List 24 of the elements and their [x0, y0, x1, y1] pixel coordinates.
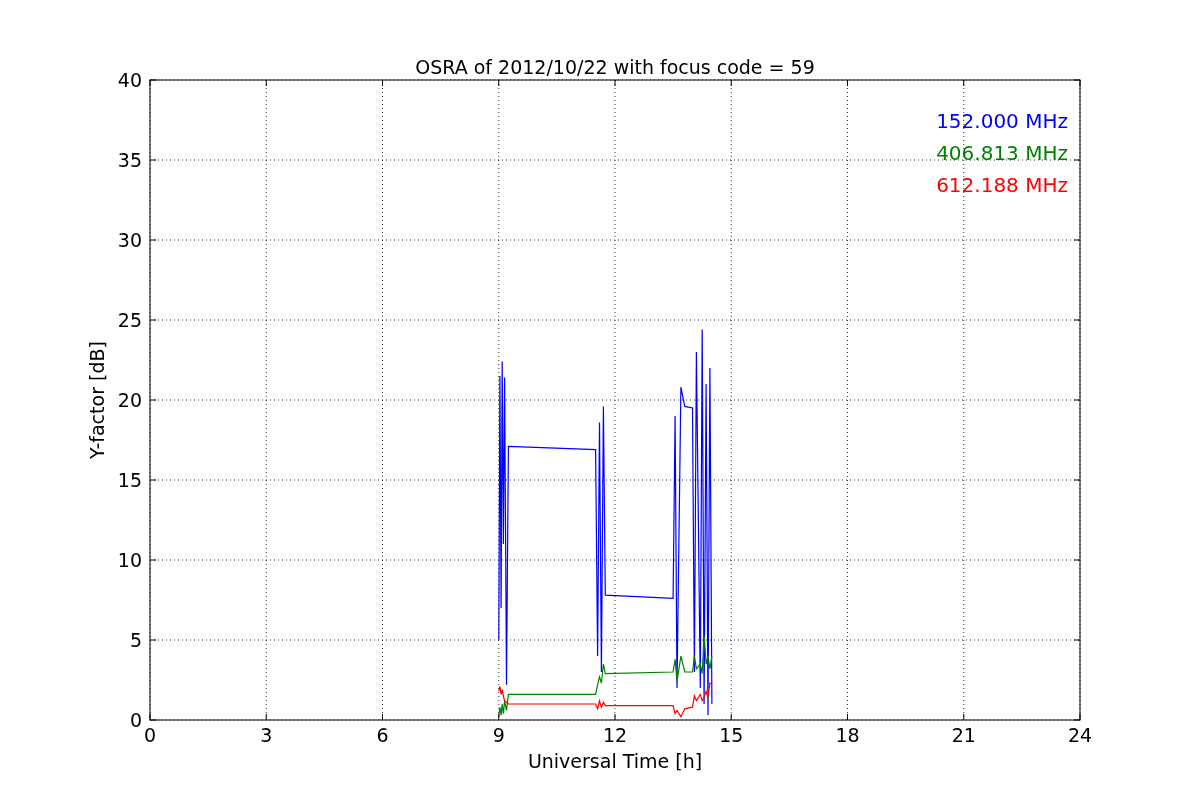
tick-label: 0	[129, 709, 142, 731]
tick-label: 9	[492, 724, 505, 746]
tick-label: 0	[143, 724, 157, 746]
tick-label: 5	[129, 629, 142, 651]
legend-label: 612.188 MHz	[936, 173, 1068, 197]
tick-label: 15	[117, 469, 142, 491]
tick-label: 35	[117, 149, 142, 171]
tick-label: 20	[117, 389, 142, 411]
tick-label: 18	[835, 724, 860, 746]
tick-label: 21	[951, 724, 976, 746]
tick-label: 6	[376, 724, 389, 746]
legend-label: 406.813 MHz	[936, 141, 1068, 165]
legend-label: 152.000 MHz	[936, 109, 1068, 133]
y-axis-label: Y-factor [dB]	[86, 341, 108, 459]
tick-label: 15	[719, 724, 744, 746]
tick-label: 30	[117, 229, 142, 251]
tick-label: 10	[117, 549, 142, 571]
tick-label: 12	[602, 724, 628, 746]
tick-label: 24	[1067, 724, 1093, 746]
x-axis-label: Universal Time [h]	[527, 750, 703, 772]
tick-label: 3	[260, 724, 273, 746]
chart-title: OSRA of 2012/10/22 with focus code = 59	[415, 56, 815, 78]
tick-label: 40	[117, 69, 142, 91]
tick-label: 25	[117, 309, 142, 331]
